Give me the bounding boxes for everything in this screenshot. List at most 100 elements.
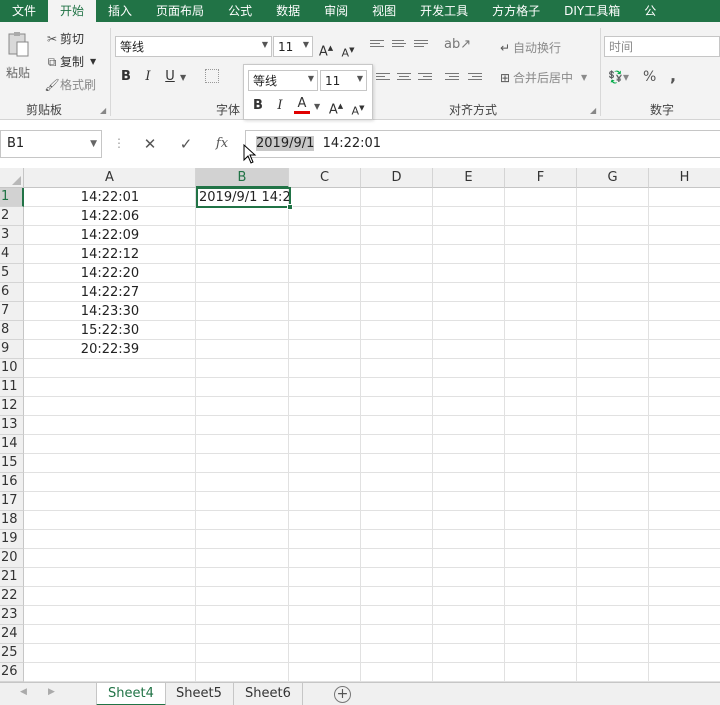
row-header-2[interactable]: 2: [0, 207, 24, 226]
wrap-text-button[interactable]: ↵ 自动换行: [497, 39, 561, 56]
align-top-icon[interactable]: [370, 38, 386, 50]
mini-increase-font-button[interactable]: A▲: [326, 96, 346, 117]
menu-tab-developer[interactable]: 开发工具: [408, 0, 480, 22]
menu-tab-view[interactable]: 视图: [360, 0, 408, 22]
cell-a8[interactable]: 15:22:30: [24, 321, 196, 340]
row-header-26[interactable]: 26: [0, 663, 24, 682]
row-header-7[interactable]: 7: [0, 302, 24, 321]
number-format-select[interactable]: 时间: [604, 36, 720, 57]
menu-tab-file[interactable]: 文件: [0, 0, 48, 22]
align-bottom-icon[interactable]: [414, 38, 430, 50]
cell-a1[interactable]: 14:22:01: [24, 188, 196, 207]
sheet-tab-sheet5[interactable]: Sheet5: [165, 683, 234, 705]
insert-function-button[interactable]: fx: [205, 130, 239, 158]
enter-button[interactable]: ✓: [169, 130, 203, 158]
cell-a6[interactable]: 14:22:27: [24, 283, 196, 302]
cell-a3[interactable]: 14:22:09: [24, 226, 196, 245]
italic-button[interactable]: I: [138, 67, 158, 87]
font-size-select[interactable]: 11 ▼: [273, 36, 313, 57]
row-header-25[interactable]: 25: [0, 644, 24, 663]
menu-tab-overflow[interactable]: 公: [632, 0, 668, 22]
decrease-font-button[interactable]: A▼: [338, 40, 358, 60]
formula-bar-grip-icon[interactable]: ⋮: [113, 136, 125, 150]
menu-tab-data[interactable]: 数据: [264, 0, 312, 22]
row-header-22[interactable]: 22: [0, 587, 24, 606]
font-name-select[interactable]: 等线 ▼: [115, 36, 272, 57]
row-header-13[interactable]: 13: [0, 416, 24, 435]
orientation-icon[interactable]: ab↗: [444, 37, 471, 52]
copy-dropdown-icon[interactable]: ▼: [90, 57, 96, 66]
comma-button[interactable]: ,: [670, 66, 676, 85]
add-sheet-button[interactable]: +: [334, 686, 351, 703]
percent-button[interactable]: %: [643, 69, 656, 85]
format-painter-button[interactable]: 🖌 格式刷: [44, 76, 96, 93]
row-header-20[interactable]: 20: [0, 549, 24, 568]
scroll-tabs-right-icon[interactable]: ▶: [48, 687, 55, 697]
fill-handle[interactable]: [287, 204, 293, 210]
cancel-button[interactable]: ✕: [133, 130, 167, 158]
bold-button[interactable]: B: [116, 67, 136, 87]
row-header-4[interactable]: 4: [0, 245, 24, 264]
cell-a7[interactable]: 14:23:30: [24, 302, 196, 321]
align-center-icon[interactable]: [397, 71, 413, 83]
menu-tab-insert[interactable]: 插入: [96, 0, 144, 22]
column-header-d[interactable]: D: [361, 168, 433, 188]
menu-tab-home[interactable]: 开始: [48, 0, 97, 22]
currency-format-icon[interactable]: 💱▾: [608, 70, 629, 84]
column-header-a[interactable]: A: [24, 168, 196, 188]
mini-font-size-select[interactable]: 11 ▼: [320, 70, 367, 91]
column-header-e[interactable]: E: [433, 168, 505, 188]
underline-dropdown-icon[interactable]: ▼: [180, 73, 186, 82]
row-header-8[interactable]: 8: [0, 321, 24, 340]
mini-font-color-button[interactable]: A: [292, 94, 312, 114]
name-box[interactable]: B1 ▼: [0, 130, 102, 158]
align-right-icon[interactable]: [418, 71, 434, 83]
cell-a4[interactable]: 14:22:12: [24, 245, 196, 264]
mini-decrease-font-button[interactable]: A▼: [348, 98, 368, 118]
formula-input[interactable]: 2019/9/1 14:22:01: [245, 130, 720, 158]
row-header-11[interactable]: 11: [0, 378, 24, 397]
column-header-g[interactable]: G: [577, 168, 649, 188]
border-icon[interactable]: [205, 69, 219, 83]
menu-tab-formulas[interactable]: 公式: [216, 0, 264, 22]
sheet-tab-sheet4[interactable]: Sheet4: [96, 683, 166, 705]
cell-a2[interactable]: 14:22:06: [24, 207, 196, 226]
mini-italic-button[interactable]: I: [270, 96, 290, 116]
cut-button[interactable]: ✂ 剪切: [44, 30, 84, 47]
row-header-1[interactable]: 1: [0, 188, 24, 207]
row-header-5[interactable]: 5: [0, 264, 24, 283]
alignment-dialog-launcher-icon[interactable]: ◢: [590, 106, 596, 115]
row-header-6[interactable]: 6: [0, 283, 24, 302]
paste-button[interactable]: 粘贴: [6, 30, 30, 81]
clipboard-dialog-launcher-icon[interactable]: ◢: [100, 106, 106, 115]
decrease-indent-icon[interactable]: [445, 71, 461, 83]
row-header-23[interactable]: 23: [0, 606, 24, 625]
row-header-9[interactable]: 9: [0, 340, 24, 359]
column-header-h[interactable]: H: [649, 168, 720, 188]
row-header-21[interactable]: 21: [0, 568, 24, 587]
increase-indent-icon[interactable]: [468, 71, 484, 83]
column-header-c[interactable]: C: [289, 168, 361, 188]
align-middle-icon[interactable]: [392, 38, 408, 50]
menu-tab-fangfanggezi[interactable]: 方方格子: [480, 0, 552, 22]
copy-button[interactable]: ⧉ 复制 ▼: [44, 53, 96, 70]
column-header-f[interactable]: F: [505, 168, 577, 188]
row-header-19[interactable]: 19: [0, 530, 24, 549]
chevron-down-icon[interactable]: ▼: [314, 102, 320, 111]
spreadsheet-grid[interactable]: ABCDEFGH 1 2 3 4 5 6 7 8 9 10 11 12 13 14 15 16 17 18 19 20…: [0, 168, 720, 682]
row-header-15[interactable]: 15: [0, 454, 24, 473]
cell-a5[interactable]: 14:22:20: [24, 264, 196, 283]
cell-a9[interactable]: 20:22:39: [24, 340, 196, 359]
sheet-tab-sheet6[interactable]: Sheet6: [234, 683, 303, 705]
row-header-3[interactable]: 3: [0, 226, 24, 245]
row-header-17[interactable]: 17: [0, 492, 24, 511]
scroll-tabs-left-icon[interactable]: ◀: [20, 687, 27, 697]
row-header-12[interactable]: 12: [0, 397, 24, 416]
mini-bold-button[interactable]: B: [248, 96, 268, 116]
menu-tab-diy-toolbox[interactable]: DIY工具箱: [552, 0, 632, 22]
increase-font-button[interactable]: A▲: [316, 38, 336, 59]
row-header-16[interactable]: 16: [0, 473, 24, 492]
merge-center-button[interactable]: ⊞ 合并后居中 ▼: [497, 69, 587, 86]
column-header-b[interactable]: B: [196, 168, 289, 188]
row-header-14[interactable]: 14: [0, 435, 24, 454]
